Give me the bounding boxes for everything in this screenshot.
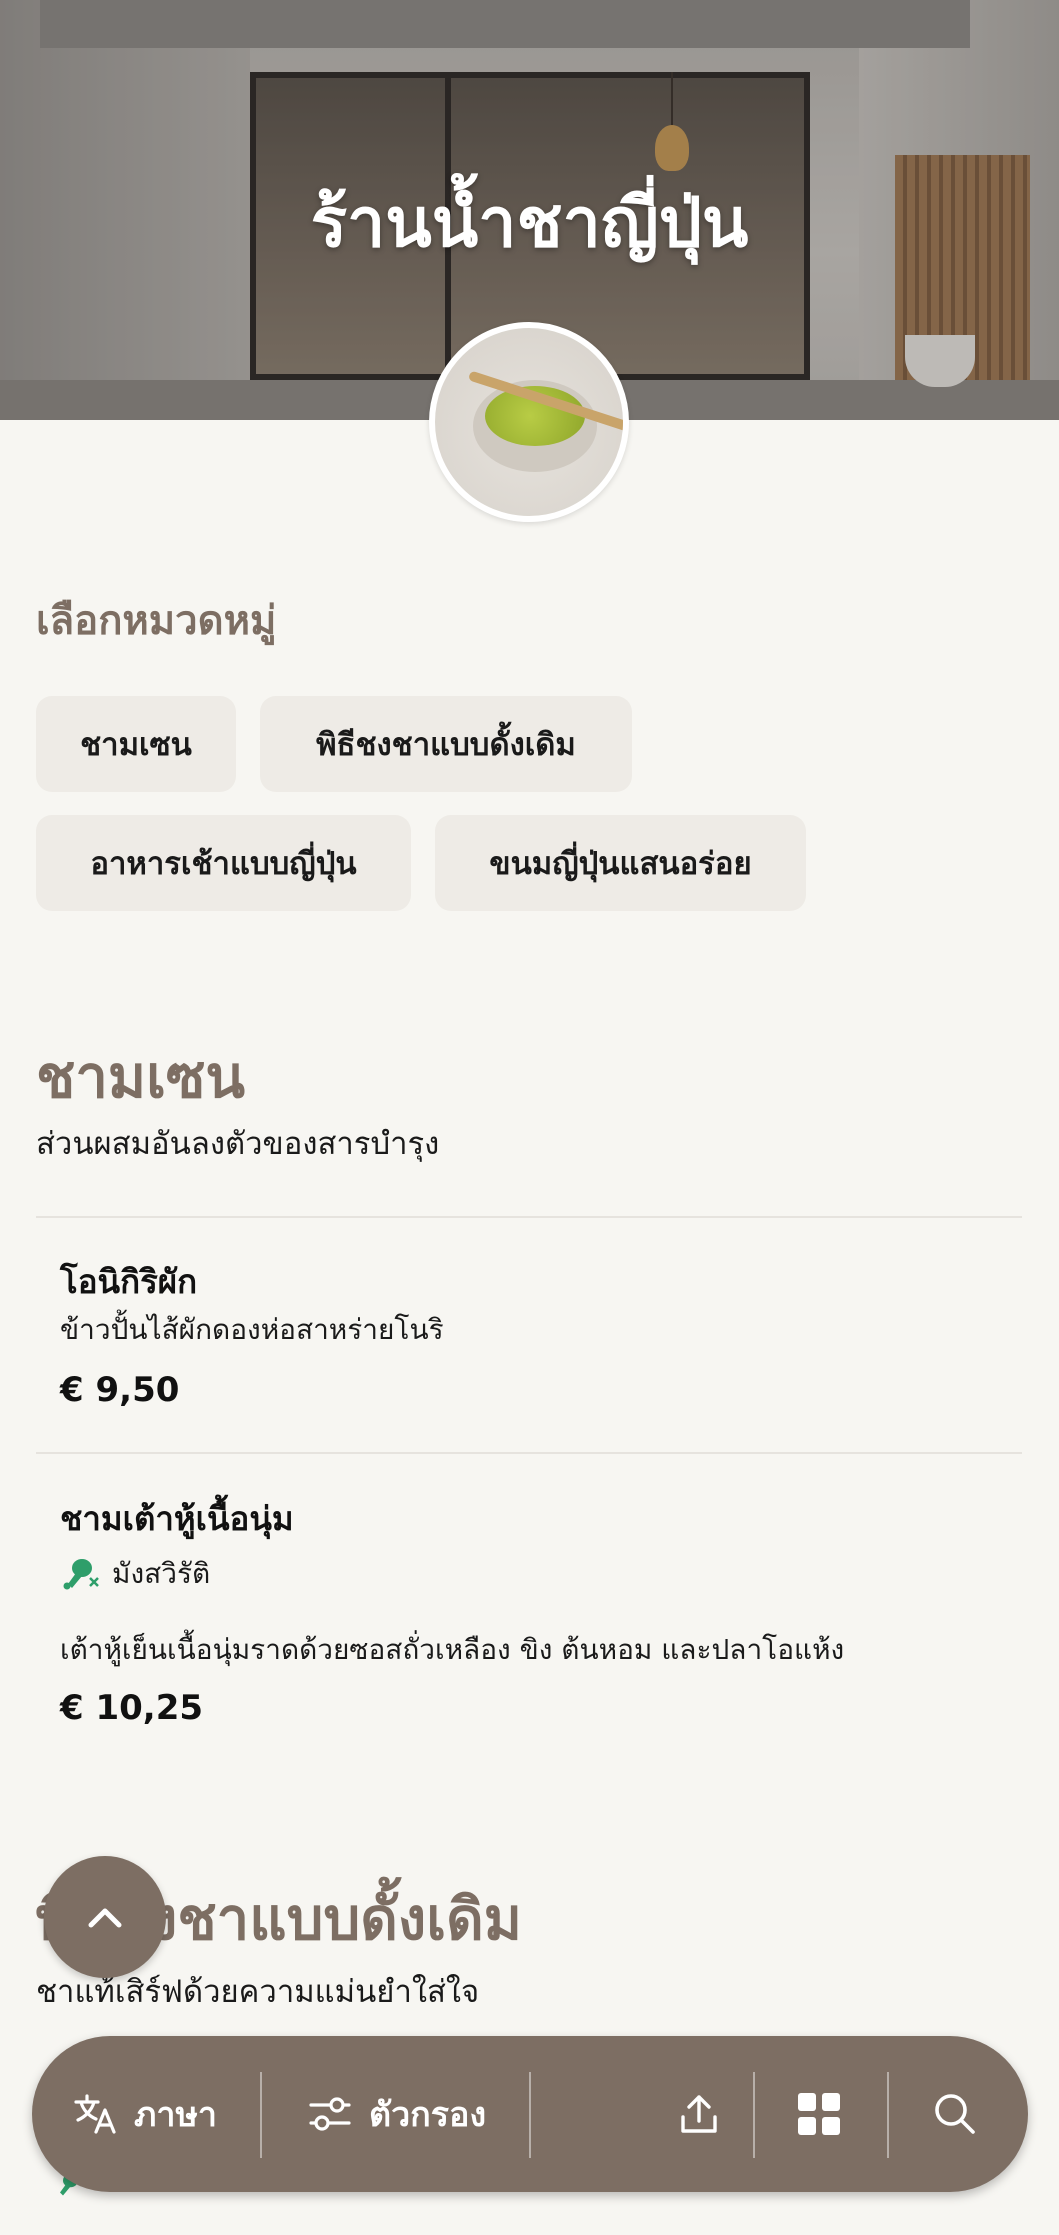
section-title-zen-bowl: ชามเซน: [36, 1043, 246, 1111]
translate-icon: [74, 2094, 116, 2134]
divider: [36, 1452, 1022, 1454]
restaurant-logo: [429, 322, 629, 522]
item-price: € 9,50: [60, 1370, 180, 1410]
language-button[interactable]: ภาษา: [72, 2036, 217, 2192]
search-button[interactable]: [910, 2036, 1000, 2192]
category-chip-zen-bowl[interactable]: ชามเซน: [36, 696, 236, 792]
grid-icon: [798, 2093, 840, 2135]
share-icon: [681, 2095, 717, 2133]
category-chip-tea-ceremony[interactable]: พิธีชงชาแบบดั้งเดิม: [260, 696, 632, 792]
category-chip-breakfast[interactable]: อาหารเช้าแบบญี่ปุ่น: [36, 815, 411, 911]
item-price: € 10,25: [60, 1688, 204, 1728]
item-description: ข้าวปั้นไส้ผักดองห่อสาหร่ายโนริ: [60, 1313, 444, 1346]
bottom-toolbar: ภาษา ตัวกรอง: [32, 2036, 1028, 2192]
divider: [36, 1216, 1022, 1218]
restaurant-title: ร้านน้ำชาญี่ปุ่น: [310, 184, 749, 263]
grid-view-button[interactable]: [774, 2036, 864, 2192]
item-name: ชามเต้าหู้เนื้อนุ่ม: [60, 1499, 294, 1538]
vegetarian-badge: มังสวิรัติ: [60, 1552, 210, 1596]
vegetarian-drumstick-crossed-icon: [63, 1559, 99, 1590]
filter-icon: [309, 2097, 351, 2131]
item-description: เต้าหู้เย็นเนื้อนุ่มราดด้วยซอสถั่วเหลือง…: [60, 1633, 845, 1666]
chevron-up-icon: [88, 1908, 122, 1928]
search-icon: [935, 2094, 975, 2134]
scroll-to-top-button[interactable]: [44, 1856, 166, 1978]
section-description: ส่วนผสมอันลงตัวของสารบำรุง: [36, 1126, 440, 1162]
category-chip-desserts[interactable]: ขนมญี่ปุ่นแสนอร่อย: [435, 815, 806, 911]
category-picker-label: เลือกหมวดหมู่: [36, 598, 277, 644]
item-name: โอนิกิริผัก: [60, 1262, 198, 1301]
filter-button[interactable]: ตัวกรอง: [307, 2036, 486, 2192]
share-button[interactable]: [654, 2036, 744, 2192]
